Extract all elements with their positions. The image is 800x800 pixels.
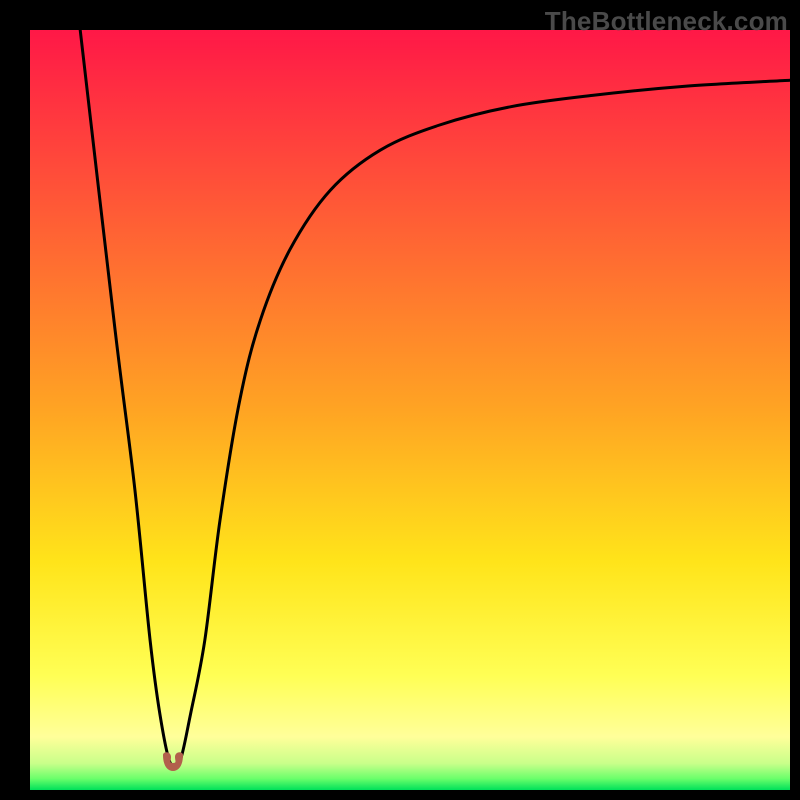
cusp-marker-icon xyxy=(159,751,187,771)
bottleneck-curve xyxy=(30,30,790,790)
chart-frame xyxy=(30,30,790,790)
plot-area xyxy=(30,30,790,790)
watermark-label: TheBottleneck.com xyxy=(545,6,788,37)
